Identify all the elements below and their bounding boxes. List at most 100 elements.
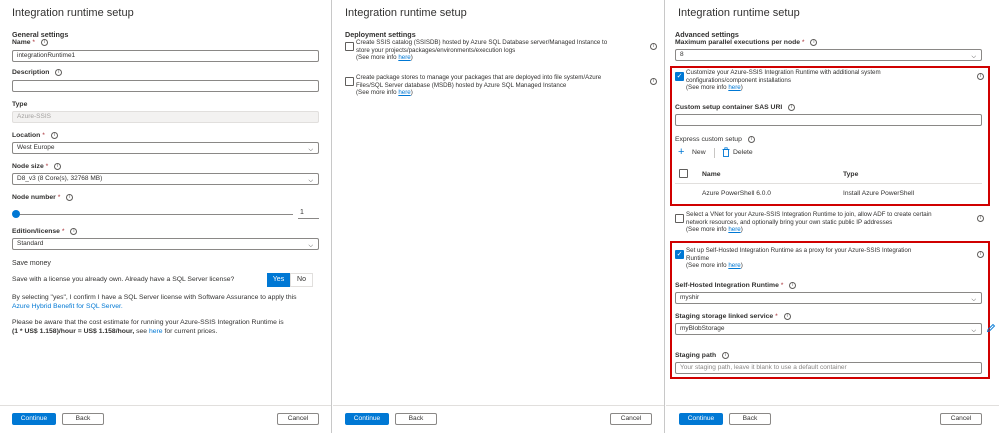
location-select[interactable]: West Europe ⌵ bbox=[12, 142, 319, 154]
shir-select[interactable]: myshir ⌵ bbox=[675, 292, 982, 304]
select-all-checkbox[interactable] bbox=[679, 169, 688, 178]
footer-divider bbox=[0, 405, 331, 406]
edition-label-text: Edition/license bbox=[12, 228, 60, 235]
ssisdb-line1: Create SSIS catalog (SSISDB) hosted by A… bbox=[356, 39, 608, 46]
trash-icon[interactable] bbox=[722, 147, 730, 159]
info-icon[interactable]: i bbox=[650, 78, 657, 85]
info-icon[interactable]: i bbox=[977, 215, 984, 222]
cost-text: Please be aware that the cost estimate f… bbox=[12, 319, 284, 326]
table-row-name: Azure PowerShell 6.0.0 bbox=[702, 190, 771, 197]
back-button[interactable]: Back bbox=[395, 413, 437, 425]
see-more-text: (See more info bbox=[356, 54, 399, 61]
info-icon[interactable]: i bbox=[650, 43, 657, 50]
required-marker: * bbox=[61, 228, 65, 235]
license-yes-button[interactable]: Yes bbox=[267, 273, 290, 287]
node-size-select[interactable]: D8_v3 (8 Core(s), 32768 MB) ⌵ bbox=[12, 173, 319, 185]
cancel-button[interactable]: Cancel bbox=[940, 413, 982, 425]
node-number-label: Node number * i bbox=[12, 194, 74, 201]
proxy-checkbox[interactable]: ✓ bbox=[675, 250, 684, 259]
cancel-button[interactable]: Cancel bbox=[277, 413, 319, 425]
node-number-input[interactable]: 1 bbox=[298, 207, 319, 219]
chevron-down-icon: ⌵ bbox=[971, 328, 976, 334]
cost-estimate-text: Please be aware that the cost estimate f… bbox=[12, 319, 327, 336]
pencil-icon[interactable] bbox=[986, 323, 996, 335]
info-icon[interactable]: i bbox=[977, 251, 984, 258]
continue-button[interactable]: Continue bbox=[679, 413, 723, 425]
info-icon[interactable]: i bbox=[810, 39, 818, 46]
node-size-label: Node size * i bbox=[12, 163, 62, 170]
plus-icon[interactable]: + bbox=[678, 146, 684, 158]
paren: ) bbox=[740, 84, 743, 91]
node-size-label-text: Node size bbox=[12, 163, 44, 170]
custom-line2: configurations/component installations bbox=[686, 76, 791, 84]
max-parallel-select[interactable]: 8 ⌵ bbox=[675, 49, 982, 61]
back-button[interactable]: Back bbox=[62, 413, 104, 425]
info-icon[interactable]: i bbox=[40, 39, 48, 46]
info-icon[interactable]: i bbox=[783, 313, 791, 320]
new-button[interactable]: New bbox=[692, 149, 706, 158]
info-icon[interactable]: i bbox=[66, 194, 74, 201]
see-more-link[interactable]: here bbox=[398, 54, 410, 61]
info-icon[interactable]: i bbox=[977, 73, 984, 80]
panel-title: Integration runtime setup bbox=[345, 7, 467, 19]
advanced-settings-heading: Advanced settings bbox=[675, 30, 739, 39]
description-input[interactable] bbox=[12, 80, 319, 92]
required-marker: * bbox=[45, 163, 49, 170]
info-icon[interactable]: i bbox=[747, 136, 755, 143]
see-more-link[interactable]: here bbox=[728, 226, 740, 233]
shir-label: Self-Hosted Integration Runtime * i bbox=[675, 282, 797, 289]
cancel-button[interactable]: Cancel bbox=[610, 413, 652, 425]
panel-title: Integration runtime setup bbox=[12, 7, 134, 19]
continue-button[interactable]: Continue bbox=[12, 413, 56, 425]
info-icon[interactable]: i bbox=[54, 163, 62, 170]
vnet-checkbox[interactable] bbox=[675, 214, 684, 223]
vnet-line1: Select a VNet for your Azure-SSIS Integr… bbox=[686, 211, 932, 218]
required-marker: * bbox=[780, 282, 784, 289]
back-button[interactable]: Back bbox=[729, 413, 771, 425]
sas-uri-label: Custom setup container SAS URI i bbox=[675, 104, 796, 111]
license-no-button[interactable]: No bbox=[290, 273, 313, 287]
license-question: Save with a license you already own. Alr… bbox=[12, 276, 235, 283]
name-input[interactable]: integrationRuntime1 bbox=[12, 50, 319, 62]
pricing-link[interactable]: here bbox=[149, 328, 163, 335]
setup-panel-general: Integration runtime setup General settin… bbox=[0, 0, 332, 433]
column-header-name: Name bbox=[702, 171, 721, 178]
express-setup-label-text: Express custom setup bbox=[675, 136, 742, 143]
proxy-option-text: Set up Self-Hosted Integration Runtime a… bbox=[686, 247, 966, 270]
shir-selected-value: myshir bbox=[680, 294, 700, 301]
staging-path-input[interactable]: Your staging path, leave it blank to use… bbox=[675, 362, 982, 374]
info-icon[interactable]: i bbox=[722, 352, 730, 359]
edition-select[interactable]: Standard ⌵ bbox=[12, 238, 319, 250]
info-icon[interactable]: i bbox=[789, 282, 797, 289]
info-icon[interactable]: i bbox=[50, 132, 58, 139]
cost-tail: for current prices. bbox=[162, 327, 218, 335]
chevron-down-icon: ⌵ bbox=[308, 147, 313, 153]
package-store-checkbox[interactable] bbox=[345, 77, 354, 86]
required-marker: * bbox=[32, 39, 36, 46]
see-more-link[interactable]: here bbox=[398, 89, 410, 96]
see-more-link[interactable]: here bbox=[728, 84, 740, 91]
confirm-text: By selecting "yes", I confirm I have a S… bbox=[12, 294, 297, 301]
delete-button[interactable]: Delete bbox=[733, 149, 753, 158]
continue-button[interactable]: Continue bbox=[345, 413, 389, 425]
info-icon[interactable]: i bbox=[55, 69, 63, 76]
node-size-selected-value: D8_v3 (8 Core(s), 32768 MB) bbox=[17, 175, 103, 182]
staging-storage-select[interactable]: myBlobStorage ⌵ bbox=[675, 323, 982, 335]
footer-divider bbox=[666, 405, 999, 406]
hybrid-benefit-link[interactable]: Azure Hybrid Benefit for SQL Server. bbox=[12, 303, 123, 310]
see-more-text: (See more info bbox=[686, 84, 729, 91]
node-number-slider-track[interactable] bbox=[16, 214, 293, 215]
footer-divider bbox=[333, 405, 664, 406]
info-icon[interactable]: i bbox=[788, 104, 796, 111]
info-icon[interactable]: i bbox=[70, 228, 78, 235]
chevron-down-icon: ⌵ bbox=[308, 178, 313, 184]
license-confirm-text: By selecting "yes", I confirm I have a S… bbox=[12, 294, 327, 311]
sas-uri-input[interactable] bbox=[675, 114, 982, 126]
paren: ) bbox=[740, 262, 743, 269]
node-number-slider-thumb[interactable] bbox=[12, 210, 20, 218]
custom-setup-checkbox[interactable]: ✓ bbox=[675, 72, 684, 81]
paren: ) bbox=[740, 226, 743, 233]
ssisdb-checkbox[interactable] bbox=[345, 42, 354, 51]
see-more-link[interactable]: here bbox=[728, 262, 740, 269]
name-label-text: Name bbox=[12, 39, 31, 46]
